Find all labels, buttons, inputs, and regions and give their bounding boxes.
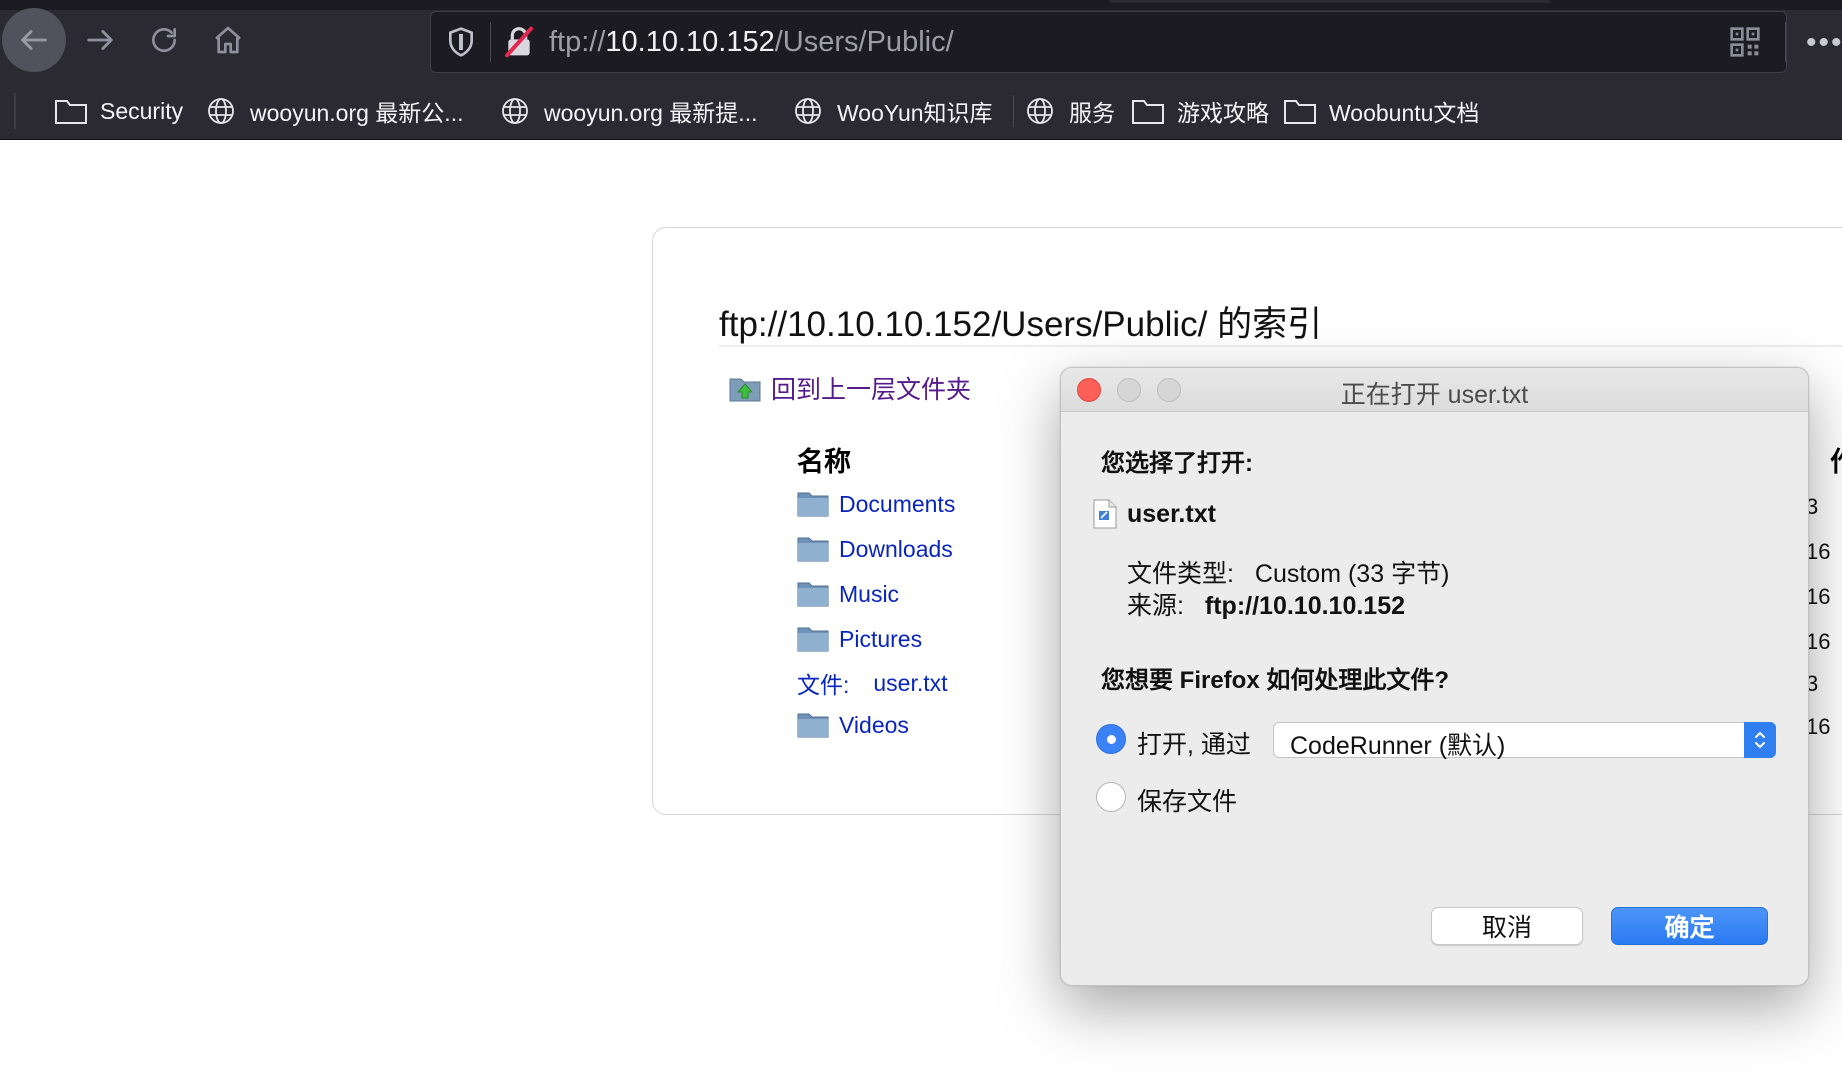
size-fragment: 16 xyxy=(1806,584,1831,609)
save-file-label[interactable]: 保存文件 xyxy=(1137,782,1237,818)
globe-icon xyxy=(208,98,234,124)
home-button[interactable] xyxy=(196,8,260,72)
forward-button[interactable] xyxy=(68,8,132,72)
folder-icon xyxy=(797,713,829,738)
file-type-value: Custom (33 字节) xyxy=(1254,560,1450,588)
handling-question: 您想要 Firefox 如何处理此文件? xyxy=(1101,667,1450,694)
folder-icon xyxy=(797,627,829,652)
folder-icon xyxy=(55,100,87,124)
open-file-dialog: 正在打开 user.txt 您选择了打开: user.txt 文件类型: Cus… xyxy=(1060,367,1809,986)
file-type-label: 文件类型: xyxy=(1127,560,1234,588)
arrow-left-icon xyxy=(21,30,47,50)
url-bar[interactable]: ftp://10.10.10.152/Users/Public/ xyxy=(430,11,1787,73)
bookmark-item[interactable]: WooYun知识库 xyxy=(791,92,993,130)
chevron-updown-icon[interactable] xyxy=(1744,722,1776,758)
bookmark-item[interactable]: Woobuntu文档 xyxy=(1283,92,1479,130)
folder-entry[interactable]: Music xyxy=(797,580,899,608)
bookmark-item[interactable]: wooyun.org 最新提... xyxy=(498,92,757,130)
column-header-fragment: 作 xyxy=(1830,440,1842,479)
tab-strip xyxy=(0,0,1842,10)
folder-icon xyxy=(1132,100,1164,124)
entry-name[interactable]: Documents xyxy=(839,491,955,518)
dialog-titlebar[interactable]: 正在打开 user.txt xyxy=(1061,368,1808,412)
globe-icon xyxy=(502,98,528,124)
file-name-row: user.txt xyxy=(1093,499,1216,529)
source-value: ftp://10.10.10.152 xyxy=(1204,592,1406,620)
folder-icon xyxy=(1284,100,1316,124)
page-title: ftp://10.10.10.152/Users/Public/ 的索引 xyxy=(719,305,1323,344)
title-divider xyxy=(719,345,1842,347)
reload-icon xyxy=(152,28,176,52)
bookmark-item[interactable]: 游戏攻略 xyxy=(1131,92,1269,130)
folder-icon xyxy=(797,537,829,562)
folder-entry[interactable]: Documents xyxy=(797,490,955,518)
back-button[interactable] xyxy=(2,8,66,72)
parent-directory-label: 回到上一层文件夹 xyxy=(771,376,972,404)
selected-application: CodeRunner (默认) xyxy=(1290,732,1506,760)
bookmark-label: Woobuntu文档 xyxy=(1329,100,1480,126)
bookmark-label: wooyun.org 最新提... xyxy=(544,100,758,126)
bookmarks-bar: Security wooyun.org 最新公... wooyun.org 最新… xyxy=(0,83,1842,140)
folder-entry[interactable]: Downloads xyxy=(797,535,953,563)
chosen-to-open-label: 您选择了打开: xyxy=(1101,450,1253,477)
home-icon xyxy=(215,26,241,54)
reload-button[interactable] xyxy=(132,8,196,72)
folder-entry[interactable]: Videos xyxy=(797,711,909,739)
folder-icon xyxy=(797,492,829,517)
globe-icon xyxy=(795,98,821,124)
open-with-label[interactable]: 打开, 通过 xyxy=(1137,725,1251,761)
size-fragment: 16 xyxy=(1806,539,1831,564)
bookmark-item[interactable]: 服务 xyxy=(1023,92,1115,130)
bookmark-item[interactable]: Security xyxy=(54,92,183,130)
bookmark-label: Security xyxy=(100,97,184,124)
size-fragment: 16 xyxy=(1806,629,1831,654)
tracking-shield-icon[interactable] xyxy=(445,26,477,58)
size-fragment: 16 xyxy=(1806,714,1831,739)
browser-toolbar: ftp://10.10.10.152/Users/Public/ ••• xyxy=(0,0,1842,83)
bookmark-label: 游戏攻略 xyxy=(1177,100,1269,126)
globe-icon xyxy=(1027,98,1053,124)
file-prefix-label: 文件: xyxy=(797,672,850,698)
source-row: 来源: ftp://10.10.10.152 xyxy=(1127,586,1405,622)
bookmark-label: wooyun.org 最新公... xyxy=(250,100,464,126)
bookmark-item[interactable]: wooyun.org 最新公... xyxy=(204,92,463,130)
name-column-header[interactable]: 名称 xyxy=(797,440,851,479)
ok-button[interactable]: 确定 xyxy=(1611,907,1768,945)
text-file-icon xyxy=(1093,499,1117,529)
entry-name[interactable]: Videos xyxy=(839,712,909,739)
entry-name[interactable]: Pictures xyxy=(839,626,922,653)
folder-icon xyxy=(797,582,829,607)
parent-directory-link[interactable]: 回到上一层文件夹 xyxy=(729,370,971,406)
file-type-row: 文件类型: Custom (33 字节) xyxy=(1127,554,1449,590)
bookmark-label: 服务 xyxy=(1069,100,1115,126)
application-select[interactable]: CodeRunner (默认) xyxy=(1273,722,1776,760)
open-with-radio[interactable] xyxy=(1096,724,1126,754)
arrow-right-icon xyxy=(87,30,113,50)
save-file-radio[interactable] xyxy=(1096,782,1126,812)
cancel-button[interactable]: 取消 xyxy=(1431,907,1583,945)
file-entry[interactable]: 文件: user.txt xyxy=(797,666,948,700)
dialog-filename: user.txt xyxy=(1127,499,1216,528)
more-options-icon[interactable]: ••• xyxy=(1806,26,1842,60)
up-folder-icon xyxy=(729,378,761,402)
entry-name[interactable]: Downloads xyxy=(839,536,953,563)
insecure-connection-icon[interactable] xyxy=(503,26,535,58)
url-text[interactable]: ftp://10.10.10.152/Users/Public/ xyxy=(549,26,954,59)
folder-entry[interactable]: Pictures xyxy=(797,625,922,653)
entry-name[interactable]: user.txt xyxy=(873,670,947,697)
source-label: 来源: xyxy=(1127,592,1184,620)
qr-code-icon[interactable] xyxy=(1729,26,1761,58)
entry-name[interactable]: Music xyxy=(839,581,899,608)
dialog-title: 正在打开 user.txt xyxy=(1340,381,1529,409)
bookmark-label: WooYun知识库 xyxy=(837,100,993,126)
